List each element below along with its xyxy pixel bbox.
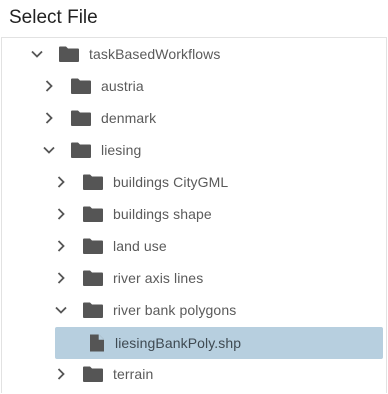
tree-item-label: terrain — [113, 366, 154, 382]
folder-icon — [82, 237, 104, 255]
tree-item-label: land use — [113, 238, 167, 254]
chevron-down-icon[interactable] — [28, 45, 46, 63]
folder-icon — [82, 301, 104, 319]
tree-item-label: river bank polygons — [113, 302, 237, 318]
tree-item-label: buildings CityGML — [113, 174, 229, 190]
tree-item-buildings-shape[interactable]: buildings shape — [52, 198, 212, 230]
tree-item-label: taskBasedWorkflows — [89, 46, 221, 62]
chevron-right-icon[interactable] — [52, 237, 70, 255]
tree-item-liesingbankpoly-shp[interactable]: liesingBankPoly.shp — [55, 327, 383, 359]
chevron-right-icon[interactable] — [52, 205, 70, 223]
folder-icon — [82, 269, 104, 287]
dialog-title: Select File — [9, 7, 98, 28]
folder-icon — [70, 77, 92, 95]
chevron-right-icon[interactable] — [52, 173, 70, 191]
folder-icon — [70, 141, 92, 159]
file-row: liesingBankPoly.shp — [76, 327, 241, 359]
tree-item-denmark[interactable]: denmark — [40, 102, 156, 134]
file-icon — [88, 333, 106, 353]
tree-item-label: liesing — [101, 142, 142, 158]
tree-item-label: denmark — [101, 110, 157, 126]
folder-icon — [58, 45, 80, 63]
tree-item-buildings-citygml[interactable]: buildings CityGML — [52, 166, 228, 198]
chevron-right-icon[interactable] — [52, 365, 70, 383]
folder-icon — [82, 365, 104, 383]
chevron-down-icon[interactable] — [52, 301, 70, 319]
tree-item-label: river axis lines — [113, 270, 204, 286]
tree-item-land-use[interactable]: land use — [52, 230, 167, 262]
tree-item-austria[interactable]: austria — [40, 70, 144, 102]
chevron-right-icon[interactable] — [40, 109, 58, 127]
tree-item-river-bank-polygons[interactable]: river bank polygons — [52, 294, 236, 326]
chevron-down-icon[interactable] — [40, 141, 58, 159]
tree-item-label: austria — [101, 78, 144, 94]
folder-icon — [82, 173, 104, 191]
folder-icon — [82, 205, 104, 223]
tree-item-terrain[interactable]: terrain — [52, 358, 153, 390]
tree-item-liesing[interactable]: liesing — [40, 134, 141, 166]
folder-icon — [70, 109, 92, 127]
tree-item-label: liesingBankPoly.shp — [115, 335, 242, 351]
chevron-right-icon[interactable] — [40, 77, 58, 95]
tree-item-label: buildings shape — [113, 206, 212, 222]
tree-item-river-axis-lines[interactable]: river axis lines — [52, 262, 203, 294]
tree-item-taskbasedworkflows[interactable]: taskBasedWorkflows — [28, 38, 220, 70]
chevron-right-icon[interactable] — [52, 269, 70, 287]
